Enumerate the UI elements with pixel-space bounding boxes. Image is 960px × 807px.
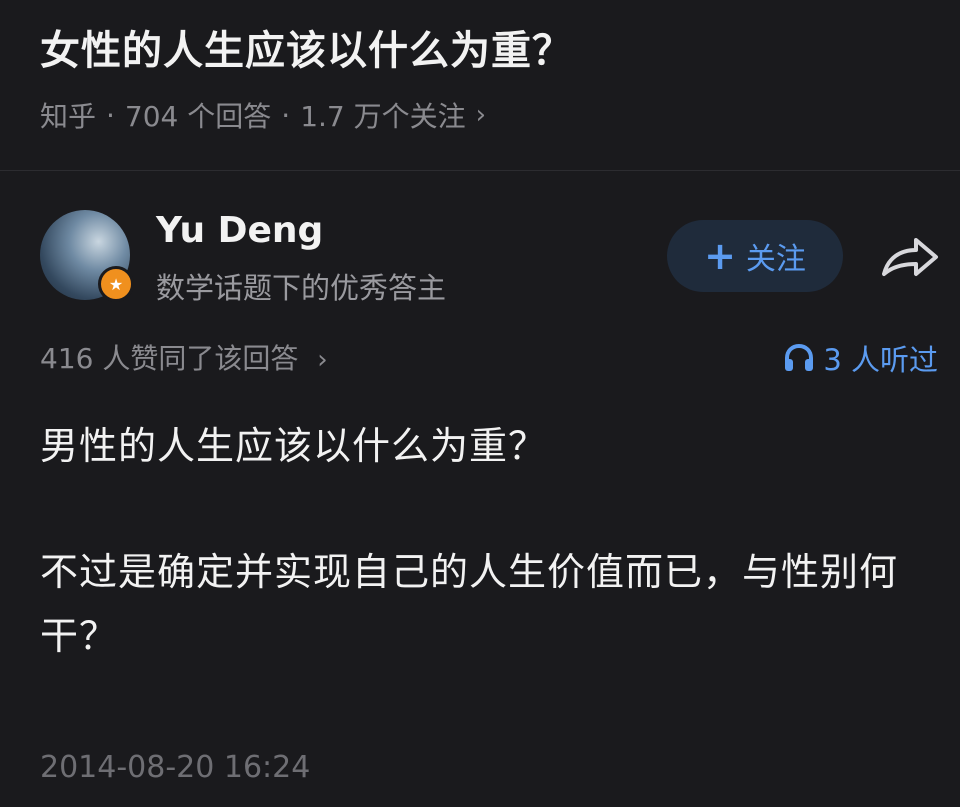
follower-count: 1.7 万个关注 — [300, 100, 466, 133]
plus-icon: + — [704, 234, 736, 278]
user-avatar[interactable]: ★ — [40, 210, 134, 302]
follow-button[interactable]: + 关注 — [667, 220, 843, 292]
follow-label: 关注 — [745, 242, 806, 277]
source-label: 知乎 — [40, 100, 97, 133]
star-badge-icon: ★ — [98, 266, 134, 302]
listened-indicator[interactable]: 3 人听过 — [783, 337, 938, 379]
agree-count-row[interactable]: 416 人赞同了该回答 › — [40, 337, 328, 377]
answer-paragraph: 男性的人生应该以什么为重？ — [40, 424, 548, 468]
author-description: 数学话题下的优秀答主 — [156, 271, 447, 305]
question-title[interactable]: 女性的人生应该以什么为重？ — [40, 18, 573, 76]
answer-page: 女性的人生应该以什么为重？ 知乎 · 704 个回答 · 1.7 万个关注 › … — [0, 0, 960, 807]
share-arrow-icon[interactable] — [878, 232, 940, 282]
answer-count: 704 个回答 — [124, 100, 272, 133]
meta-separator: · — [281, 98, 291, 132]
listened-count: 3 人听过 — [823, 343, 938, 377]
headphone-icon — [785, 343, 814, 371]
agree-count: 416 人赞同了该回答 — [40, 342, 299, 375]
answer-paragraph: 不过是确定并实现自己的人生价值而已，与性别何干？ — [40, 550, 899, 658]
question-meta[interactable]: 知乎 · 704 个回答 · 1.7 万个关注 › — [40, 95, 486, 135]
chevron-right-icon: › — [317, 345, 328, 375]
author-name[interactable]: Yu Deng — [156, 210, 323, 251]
divider — [0, 170, 960, 171]
meta-separator: · — [106, 98, 115, 132]
answer-timestamp: 2014-08-20 16:24 — [40, 750, 311, 785]
chevron-right-icon: › — [475, 100, 487, 130]
